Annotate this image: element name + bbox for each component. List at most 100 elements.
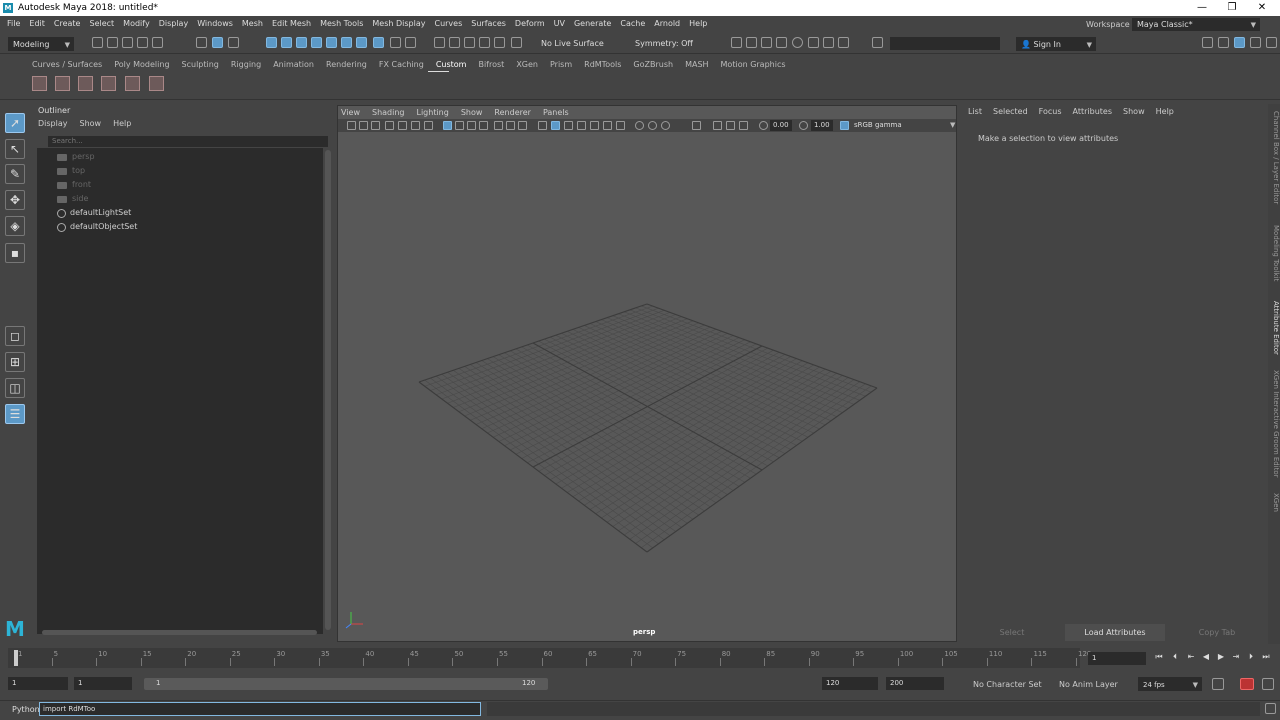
tab-attribute-editor[interactable]: Attribute Editor: [1268, 296, 1280, 360]
shadows-icon[interactable]: [603, 121, 612, 130]
menu-mesh-display[interactable]: Mesh Display: [372, 19, 425, 28]
shelf-tab-custom[interactable]: Custom: [436, 60, 467, 69]
live-surface-label[interactable]: No Live Surface: [541, 39, 604, 48]
viewport-menu-lighting[interactable]: Lighting: [416, 108, 448, 117]
paint-select-icon[interactable]: ✎: [5, 164, 25, 184]
snap-curve-icon[interactable]: [449, 37, 460, 48]
film-gate-icon[interactable]: [455, 121, 464, 130]
menu-cache[interactable]: Cache: [620, 19, 645, 28]
close-button[interactable]: ✕: [1248, 0, 1276, 16]
xray-active-icon[interactable]: [726, 121, 735, 130]
auto-key-icon[interactable]: [1240, 678, 1254, 690]
shelf-tool-icon[interactable]: [32, 76, 47, 91]
grease-pencil-icon[interactable]: [411, 121, 420, 130]
menu-select[interactable]: Select: [89, 19, 114, 28]
pick-mask-deform-icon[interactable]: [356, 37, 367, 48]
safe-title-icon[interactable]: [518, 121, 527, 130]
shelf-tool-icon[interactable]: [55, 76, 70, 91]
menu-curves[interactable]: Curves: [434, 19, 462, 28]
outliner-search-input[interactable]: Search...: [48, 136, 328, 147]
image-plane-icon[interactable]: [385, 121, 394, 130]
camera-attributes-icon[interactable]: [359, 121, 368, 130]
chevron-down-icon[interactable]: ▼: [950, 121, 955, 129]
symmetry-label[interactable]: Symmetry: Off: [635, 39, 693, 48]
loop-icon[interactable]: [1212, 678, 1224, 690]
list-item[interactable]: top: [57, 165, 85, 177]
move-tool-icon[interactable]: ✥: [5, 190, 25, 210]
exposure-field[interactable]: 0.00: [770, 120, 792, 131]
single-view-layout-icon[interactable]: ◻: [5, 326, 25, 346]
pick-mask-curve-icon[interactable]: [326, 37, 337, 48]
preferences-icon[interactable]: [1262, 678, 1274, 690]
select-hierarchy-icon[interactable]: [196, 37, 207, 48]
menu-create[interactable]: Create: [54, 19, 81, 28]
shelf-tool-icon[interactable]: [149, 76, 164, 91]
attr-menu-attributes[interactable]: Attributes: [1073, 107, 1113, 116]
arnold-ipr-icon[interactable]: [823, 37, 834, 48]
viewport-menu-view[interactable]: View: [341, 108, 360, 117]
minimize-button[interactable]: —: [1188, 0, 1216, 16]
motion-blur-icon[interactable]: [635, 121, 644, 130]
shelf-tab-rendering[interactable]: Rendering: [326, 60, 367, 69]
outliner-vertical-scrollbar[interactable]: [325, 150, 331, 630]
rotate-tool-icon[interactable]: ◈: [5, 216, 25, 236]
shelf-tab-bifrost[interactable]: Bifrost: [478, 60, 504, 69]
attr-menu-list[interactable]: List: [968, 107, 982, 116]
bookmark-icon[interactable]: [371, 121, 380, 130]
gamma-field[interactable]: 1.00: [811, 120, 833, 131]
input-field[interactable]: [890, 37, 1000, 50]
four-view-layout-icon[interactable]: ⊞: [5, 352, 25, 372]
snap-pivot-icon[interactable]: [511, 37, 522, 48]
maximize-button[interactable]: ❐: [1218, 0, 1246, 16]
field-chart-icon[interactable]: [494, 121, 503, 130]
copy-tab-button[interactable]: Copy Tab: [1167, 624, 1267, 641]
viewport-menu-shading[interactable]: Shading: [372, 108, 405, 117]
shelf-tab-mash[interactable]: MASH: [685, 60, 708, 69]
color-management-icon[interactable]: [840, 121, 849, 130]
outliner-layout-icon[interactable]: ☰: [5, 404, 25, 424]
panel-toggle-icon[interactable]: [872, 37, 883, 48]
attr-select-button[interactable]: Select: [962, 624, 1062, 641]
channel-box-icon[interactable]: [1266, 37, 1277, 48]
snap-surface-icon[interactable]: [494, 37, 505, 48]
depth-of-field-icon[interactable]: [661, 121, 670, 130]
exposure-icon[interactable]: [759, 121, 768, 130]
shelf-tool-icon[interactable]: [78, 76, 93, 91]
menu-file[interactable]: File: [7, 19, 20, 28]
grid-toggle-icon[interactable]: [424, 121, 433, 130]
camera-select-icon[interactable]: [347, 121, 356, 130]
pick-mask-uv-icon[interactable]: [311, 37, 322, 48]
animation-end-field[interactable]: 200: [886, 677, 944, 690]
fps-dropdown[interactable]: 24 fps ▼: [1138, 677, 1202, 691]
range-slider[interactable]: [144, 678, 548, 690]
shelf-tab-prism[interactable]: Prism: [550, 60, 572, 69]
list-item[interactable]: defaultObjectSet: [57, 221, 137, 233]
tool-settings-icon[interactable]: [1250, 37, 1261, 48]
pause-icon[interactable]: [838, 37, 849, 48]
command-language-toggle[interactable]: Python: [12, 705, 40, 714]
tab-xgen-groom[interactable]: XGen Interactive Groom Editor: [1268, 368, 1280, 480]
wireframe-on-shaded-icon[interactable]: [564, 121, 573, 130]
shelf-tab-motion-graphics[interactable]: Motion Graphics: [721, 60, 786, 69]
two-view-layout-icon[interactable]: ◫: [5, 378, 25, 398]
play-backwards-icon[interactable]: ◀: [1201, 652, 1211, 662]
select-object-icon[interactable]: [212, 37, 223, 48]
hik-icon[interactable]: [1218, 37, 1229, 48]
range-start-field[interactable]: 1: [8, 677, 68, 690]
current-time-indicator[interactable]: [14, 650, 18, 666]
shelf-tab-poly-modeling[interactable]: Poly Modeling: [114, 60, 169, 69]
step-back-key-icon[interactable]: ⏴: [1170, 652, 1180, 662]
go-to-end-icon[interactable]: ⏭: [1261, 652, 1271, 662]
shelf-tool-icon[interactable]: [125, 76, 140, 91]
lock-icon[interactable]: [390, 37, 401, 48]
workspace-dropdown[interactable]: Maya Classic* ▼: [1132, 18, 1260, 31]
menu-modify[interactable]: Modify: [123, 19, 150, 28]
attr-menu-focus[interactable]: Focus: [1039, 107, 1062, 116]
anti-aliasing-icon[interactable]: [648, 121, 657, 130]
lasso-tool-icon[interactable]: ↖: [5, 139, 25, 159]
redo-icon[interactable]: [152, 37, 163, 48]
shelf-tab-sculpting[interactable]: Sculpting: [182, 60, 219, 69]
list-item[interactable]: side: [57, 193, 88, 205]
select-tool-icon[interactable]: ➚: [5, 113, 25, 133]
pick-mask-vertex-icon[interactable]: [266, 37, 277, 48]
